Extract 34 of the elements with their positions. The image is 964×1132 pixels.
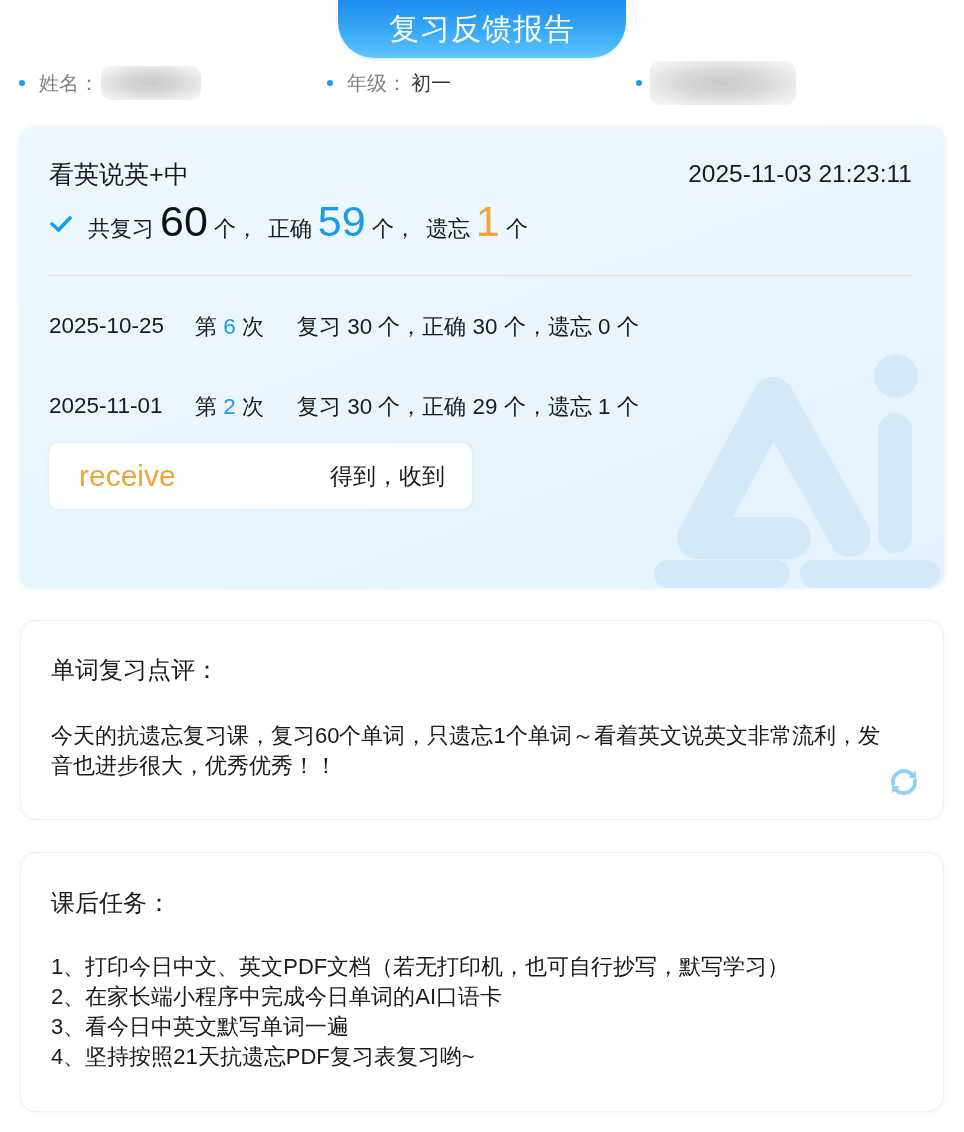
task-item: 3、看今日中英文默写单词一遍 xyxy=(51,1013,351,1041)
info-label: 姓名： xyxy=(39,70,99,96)
stat-unit: 个， xyxy=(213,215,258,243)
stat-unit: 个 xyxy=(505,215,528,243)
word-meaning: 得到，收到 xyxy=(330,461,445,491)
stat-number: 1 xyxy=(475,196,500,246)
stat-label: 共复习 xyxy=(88,215,154,243)
comment-heading: 单词复习点评： xyxy=(51,656,220,684)
round-count: 第 6 次 xyxy=(195,312,265,341)
stat-label: 正确 xyxy=(267,215,312,243)
bullet-icon xyxy=(327,80,333,86)
review-time: 2025-11-03 21:23:11 xyxy=(688,160,912,188)
stat-number: 59 xyxy=(317,196,366,246)
info-value: 初一 xyxy=(411,70,451,96)
bullet-icon xyxy=(19,80,25,86)
task-item: 1、打印今日中文、英文PDF文档（若无打印机，也可自行抄写，默写学习） xyxy=(51,953,791,981)
check-icon xyxy=(50,215,72,233)
task-item: 4、坚持按照21天抗遗忘PDF复习表复习哟~ xyxy=(51,1043,476,1071)
vocabulary-word: receive xyxy=(79,459,177,493)
tasks-heading: 课后任务： xyxy=(51,889,172,917)
stat-number: 60 xyxy=(160,196,208,246)
review-date: 2025-11-01 xyxy=(49,393,164,419)
stat-unit: 个， xyxy=(371,215,416,243)
report-title: 复习反馈报告 xyxy=(338,0,626,58)
task-item: 2、在家长端小程序中完成今日单词的AI口语卡 xyxy=(51,983,504,1011)
info-label: 年级： xyxy=(347,70,407,96)
stat-label: 遗忘 xyxy=(425,215,470,243)
review-mode: 看英说英+中 xyxy=(49,158,189,190)
review-result: 复习 30 个，正确 29 个，遗忘 1 个 xyxy=(297,392,639,421)
comment-text: 今天的抗遗忘复习课，复习60个单词，只遗忘1个单词～看着英文说英文非常流利，发音也进步很大，优秀优秀！！ xyxy=(51,722,881,780)
review-result: 复习 30 个，正确 30 个，遗忘 0 个 xyxy=(297,312,639,341)
bullet-icon xyxy=(636,80,642,86)
review-date: 2025-10-25 xyxy=(49,313,166,339)
round-count: 第 2 次 xyxy=(195,392,265,421)
